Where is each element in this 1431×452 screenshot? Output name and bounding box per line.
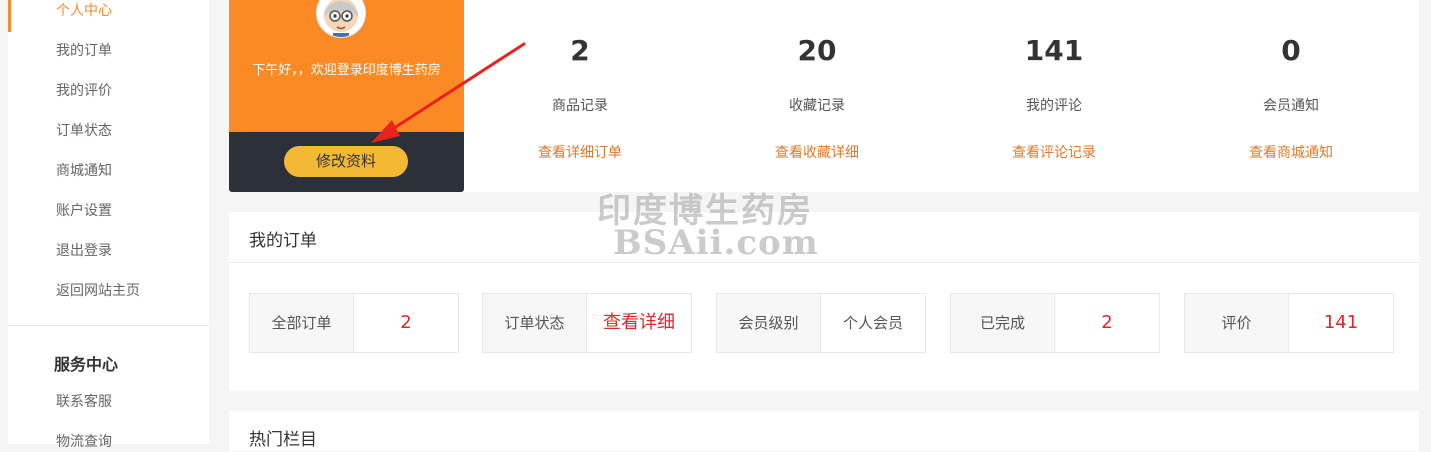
order-cell-member-level: 会员级别 个人会员 bbox=[716, 293, 926, 353]
stat-label: 会员通知 bbox=[1263, 98, 1319, 114]
my-orders-panel: 我的订单 全部订单 2 订单状态 查看详细 会员级别 个人会员 已完成 2 评价… bbox=[229, 212, 1419, 391]
view-mall-notices-link[interactable]: 查看商城通知 bbox=[1175, 142, 1407, 162]
stat-value: 2 bbox=[570, 34, 590, 67]
welcome-greeting: 下午好，，欢迎登录印度博生药房 bbox=[252, 63, 441, 78]
hot-columns-title: 热门栏目 bbox=[249, 430, 317, 450]
sidebar-item-my-orders[interactable]: 我的订单 bbox=[56, 41, 112, 61]
hot-columns-panel: 热门栏目 bbox=[229, 411, 1419, 451]
stat-value: 20 bbox=[797, 34, 837, 67]
edit-profile-button[interactable]: 修改资料 bbox=[284, 146, 408, 177]
order-cell-completed: 已完成 2 bbox=[950, 293, 1160, 353]
order-cell-label: 订单状态 bbox=[483, 294, 587, 352]
sidebar-item-mall-notice[interactable]: 商城通知 bbox=[56, 161, 112, 181]
order-cell-value: 个人会员 bbox=[842, 314, 903, 332]
order-cell-all: 全部订单 2 bbox=[249, 293, 459, 353]
sidebar-item-my-reviews[interactable]: 我的评价 bbox=[56, 81, 112, 101]
view-order-details-link[interactable]: 查看详细订单 bbox=[464, 142, 696, 162]
orders-title: 我的订单 bbox=[249, 231, 317, 251]
order-cell-value: 141 bbox=[1323, 312, 1359, 333]
stat-value: 0 bbox=[1281, 34, 1301, 67]
sidebar-item-logistics[interactable]: 物流查询 bbox=[56, 432, 112, 452]
view-favorites-link[interactable]: 查看收藏详细 bbox=[701, 142, 933, 162]
orders-divider bbox=[229, 262, 1419, 263]
order-cell-value: 2 bbox=[1101, 312, 1113, 333]
order-cell-label: 全部订单 bbox=[250, 294, 354, 352]
stat-label: 收藏记录 bbox=[789, 98, 845, 114]
watermark-url: BSAii.com bbox=[613, 223, 819, 263]
view-details-link[interactable]: 查看详细 bbox=[587, 294, 691, 352]
stat-label: 我的评论 bbox=[1026, 98, 1082, 114]
order-cell-value: 2 bbox=[400, 312, 412, 333]
sidebar: 个人中心 我的订单 我的评价 订单状态 商城通知 账户设置 退出登录 返回网站主… bbox=[8, 0, 209, 450]
sidebar-item-contact-support[interactable]: 联系客服 bbox=[56, 392, 112, 412]
sidebar-item-order-status[interactable]: 订单状态 bbox=[56, 121, 112, 141]
sidebar-item-home[interactable]: 返回网站主页 bbox=[56, 281, 140, 301]
sidebar-item-personal-center[interactable]: 个人中心 bbox=[56, 1, 112, 21]
order-cell-label: 评价 bbox=[1185, 294, 1289, 352]
active-indicator bbox=[8, 0, 11, 32]
order-cell-label: 已完成 bbox=[951, 294, 1055, 352]
service-center-title: 服务中心 bbox=[54, 355, 119, 374]
sidebar-item-logout[interactable]: 退出登录 bbox=[56, 241, 112, 261]
order-cell-status: 订单状态 查看详细 bbox=[482, 293, 692, 353]
sidebar-item-account-settings[interactable]: 账户设置 bbox=[56, 201, 112, 221]
stats-panel: 2 商品记录 查看详细订单 20 收藏记录 查看收藏详细 141 我的评论 查看… bbox=[464, 0, 1419, 192]
sidebar-divider bbox=[8, 325, 209, 326]
order-cell-label: 会员级别 bbox=[717, 294, 821, 352]
stat-value: 141 bbox=[1024, 34, 1084, 67]
profile-card: 下午好，，欢迎登录印度博生药房 修改资料 bbox=[229, 0, 464, 192]
stat-label: 商品记录 bbox=[552, 98, 608, 114]
view-comment-records-link[interactable]: 查看评论记录 bbox=[938, 142, 1170, 162]
order-cell-reviews: 评价 141 bbox=[1184, 293, 1394, 353]
